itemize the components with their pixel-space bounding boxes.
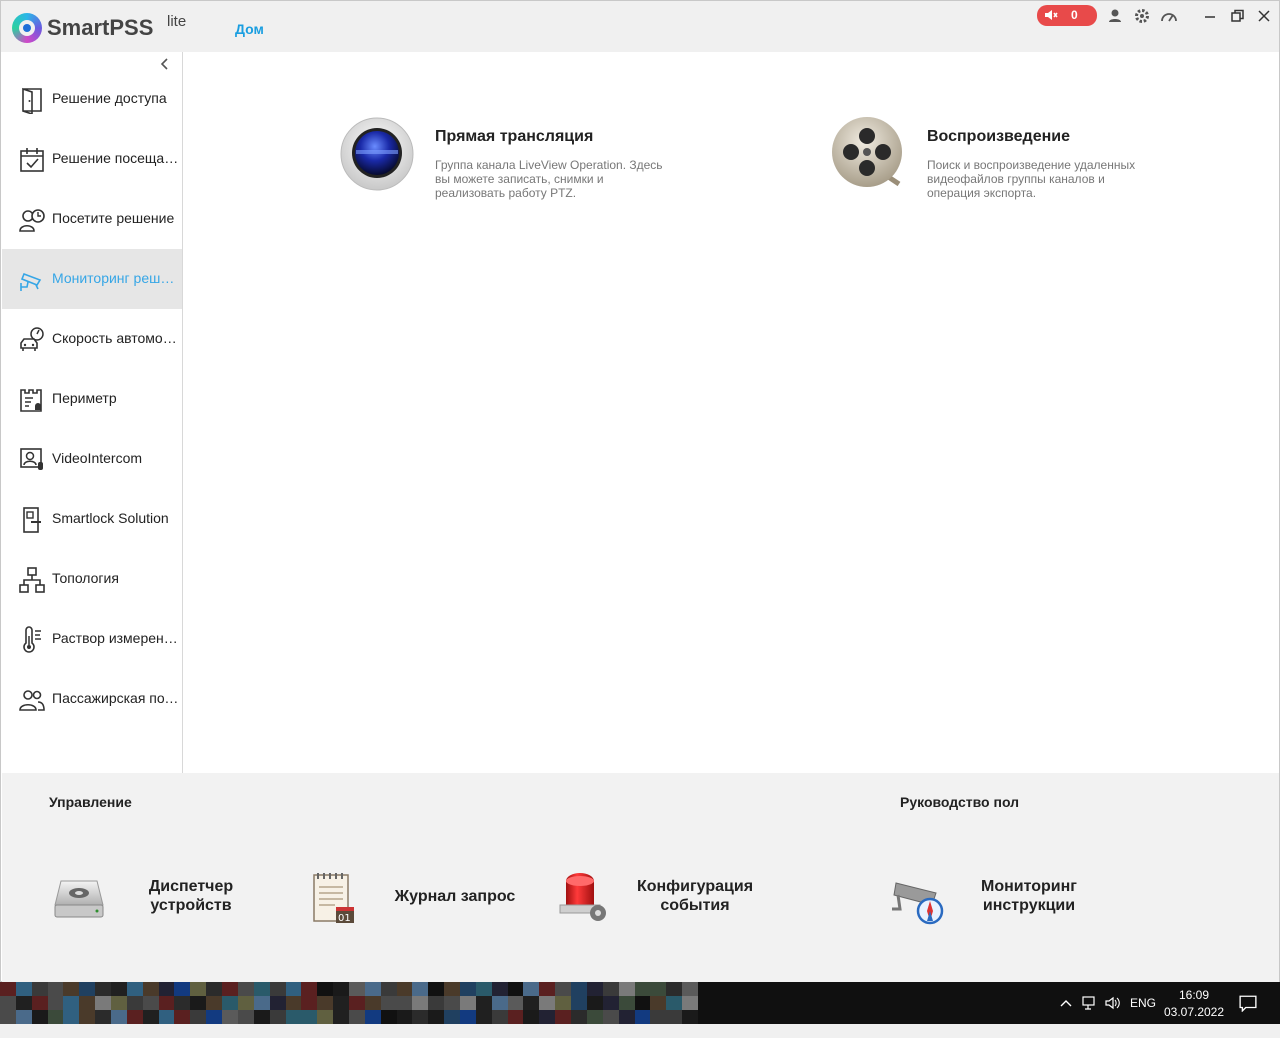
alarm-sound-button[interactable]: 0 [1037, 5, 1097, 26]
section-title-guide: Руководство пол [900, 794, 1020, 810]
volume-icon[interactable] [1104, 995, 1120, 1037]
pixelated-taskbar-apps [0, 982, 698, 1024]
sidebar-item-passenger-flow[interactable]: Пассажирская поток [2, 669, 182, 729]
card-title: Воспроизведение [927, 128, 1070, 145]
sidebar-item-temperature[interactable]: Раствор измерения температуры [2, 609, 182, 669]
sidebar-item-label: Мониторинг решение [52, 270, 180, 286]
monitoring-guide-button[interactable]: Мониторинг инструкции [890, 869, 1100, 939]
calendar-check-icon [18, 146, 46, 174]
clock-time: 16:09 [1178, 988, 1210, 1002]
sidebar-item-label: Раствор измерения температуры [52, 630, 180, 646]
perimeter-icon [18, 386, 46, 414]
close-icon[interactable] [1255, 7, 1273, 25]
performance-gauge-icon[interactable] [1160, 7, 1178, 25]
tool-label: Мониторинг инструкции [981, 878, 1077, 914]
car-speed-icon [18, 326, 46, 354]
film-reel-icon [831, 116, 907, 192]
sidebar-item-label: Топология [52, 570, 119, 586]
card-title: Прямая трансляция [435, 128, 594, 145]
app-name: SmartPSS [47, 15, 154, 40]
card-live-view[interactable]: Прямая трансляция Группа канала LiveView… [339, 116, 779, 216]
system-clock[interactable]: 16:09 03.07.2022 [1160, 987, 1228, 1021]
sidebar-item-attendance[interactable]: Решение посещаемости [2, 129, 182, 189]
clock-date: 03.07.2022 [1163, 1005, 1225, 1019]
title-bar: SmartPSS lite Дом 0 [1, 1, 1279, 52]
cctv-camera-icon [18, 266, 46, 294]
sidebar-item-access[interactable]: Решение доступа [2, 69, 182, 129]
sidebar: Решение доступа Решение посещаемости Пос… [2, 52, 183, 773]
alarm-count: 0 [1071, 8, 1078, 22]
sidebar-item-monitoring[interactable]: Мониторинг решение [2, 249, 182, 309]
sidebar-item-smartlock[interactable]: Smartlock Solution [2, 489, 182, 549]
event-config-button[interactable]: Конфигурация события [554, 869, 774, 939]
tool-label: Конфигурация события [636, 878, 754, 914]
alarm-light-icon [554, 869, 614, 929]
sidebar-item-topology[interactable]: Топология [2, 549, 182, 609]
tool-label: Диспетчер устройств [148, 878, 234, 914]
sidebar-item-label: VideoIntercom [52, 450, 143, 466]
sidebar-item-videointercom[interactable]: VideoIntercom [2, 429, 182, 489]
sidebar-item-visitor[interactable]: Посетите решение [2, 189, 182, 249]
user-icon[interactable] [1106, 7, 1124, 25]
device-manager-icon [49, 869, 109, 929]
camera-compass-icon [890, 869, 950, 929]
tab-home[interactable]: Дом [235, 21, 264, 37]
app-edition: lite [167, 13, 187, 30]
bottom-panel: Управление Руководство пол Диспетчер устр… [2, 773, 1279, 982]
gear-icon[interactable] [1133, 7, 1151, 25]
smartlock-icon [18, 506, 46, 534]
app-window: SmartPSS lite Дом 0 Решение доступа Реше… [0, 0, 1280, 982]
camera-lens-icon [339, 116, 415, 192]
section-title-manage: Управление [49, 794, 132, 810]
card-description: Поиск и воспроизведение удаленных видеоф… [927, 158, 1136, 200]
card-description: Группа канала LiveView Operation. Здесь … [435, 158, 663, 200]
svg-text:01: 01 [338, 913, 351, 924]
log-notepad-icon: 01 [304, 869, 364, 929]
sidebar-item-label: Посетите решение [52, 210, 175, 226]
sidebar-item-vehicle-speed[interactable]: Скорость автомобиля [2, 309, 182, 369]
chevron-up-icon[interactable] [1058, 995, 1074, 1037]
minimize-icon[interactable] [1201, 7, 1219, 25]
visitor-clock-icon [18, 206, 46, 234]
sidebar-item-label: Решение посещаемости [52, 150, 180, 166]
notifications-icon[interactable] [1239, 994, 1257, 1036]
tool-label: Журнал запрос [394, 888, 516, 905]
sidebar-item-label: Решение доступа [52, 90, 167, 106]
log-query-button[interactable]: 01 Журнал запрос [304, 869, 534, 939]
windows-taskbar: ENG 16:09 03.07.2022 [0, 982, 1280, 1024]
thermometer-icon [18, 626, 46, 654]
smartpss-logo-icon [12, 13, 42, 43]
sidebar-item-label: Пассажирская поток [52, 690, 180, 706]
sidebar-item-label: Smartlock Solution [52, 510, 169, 526]
speaker-mute-icon [1045, 10, 1058, 20]
sidebar-item-label: Периметр [52, 390, 117, 406]
sidebar-item-perimeter[interactable]: Периметр [2, 369, 182, 429]
card-playback[interactable]: Воспроизведение Поиск и воспроизведение … [831, 116, 1271, 216]
intercom-icon [18, 446, 46, 474]
main-content: Прямая трансляция Группа канала LiveView… [183, 52, 1279, 773]
device-manager-button[interactable]: Диспетчер устройств [49, 869, 249, 939]
restore-icon[interactable] [1228, 7, 1246, 25]
topology-icon [18, 566, 46, 594]
sidebar-item-label: Скорость автомобиля [52, 330, 180, 346]
people-icon [18, 686, 46, 714]
network-icon[interactable] [1081, 995, 1097, 1037]
input-language[interactable]: ENG [1130, 996, 1156, 1038]
door-icon [18, 86, 46, 116]
